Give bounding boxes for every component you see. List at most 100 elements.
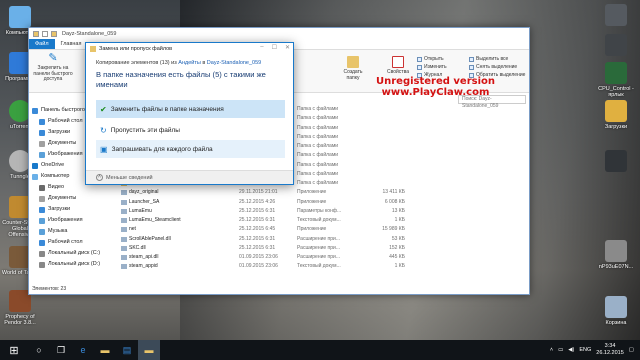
tray-arrow-icon[interactable]: ˄ <box>550 347 553 353</box>
file-name: Launcher_SA <box>129 198 160 205</box>
sidebar-item-desktop-2[interactable]: Рабочий стол <box>29 237 119 248</box>
file-row[interactable]: dayz_original 29.11.2015 21:01 Приложение 1… <box>119 188 529 197</box>
start-button[interactable]: ⊞ <box>0 340 28 360</box>
select-none-button[interactable]: Снять выделение <box>469 64 517 70</box>
network-icon[interactable]: ▭ <box>558 347 563 353</box>
store-button[interactable]: ▤ <box>116 340 138 360</box>
sidebar-item-documents-2[interactable]: Документы <box>29 193 119 204</box>
close-icon[interactable]: ✕ <box>285 44 290 51</box>
explorer-taskbar-button[interactable]: ▬ <box>138 340 160 360</box>
edit-button[interactable]: Изменить <box>417 64 447 70</box>
open-icon <box>417 56 422 62</box>
file-size: 13 411 КБ <box>382 189 405 196</box>
file-type: Приложение <box>297 226 327 233</box>
store-icon: ▤ <box>122 344 132 355</box>
file-size: 53 КБ <box>391 235 405 242</box>
new-folder-icon[interactable] <box>51 30 57 37</box>
new-folder-button[interactable]: Создать папку <box>343 56 363 81</box>
clock-date: 26.12.2015 <box>596 350 624 356</box>
desktop-icon-right-5[interactable] <box>596 150 636 174</box>
file-name: ScrollAblePanel.dll <box>129 235 171 242</box>
source-folder-link[interactable]: Андейты <box>178 60 201 66</box>
file-row[interactable]: steam_appid 01.09.2015 23:06 Текстовый док… <box>119 262 529 271</box>
tab-file[interactable]: Файл <box>29 39 55 49</box>
decide-each-file-option[interactable]: ▣ Запрашивать для каждого файла <box>96 140 285 158</box>
star-icon <box>32 107 38 114</box>
file-row[interactable]: steam_api.dll 01.09.2015 23:06 Расширение … <box>119 253 529 262</box>
sidebar-item-drive-c[interactable]: Локальный диск (C:) <box>29 248 119 259</box>
file-type: Приложение <box>297 198 327 205</box>
destination-folder-link[interactable]: Dayz-Standalone_059 <box>207 60 261 66</box>
computer-icon <box>32 173 38 180</box>
file-size: 152 КБ <box>389 244 405 251</box>
file-name: SKC.dll <box>129 244 146 251</box>
skip-files-option[interactable]: ↻ Пропустить эти файлы <box>96 121 285 139</box>
file-row[interactable]: Launcher_SA 25.12.2015 4:26 Приложение 6 00… <box>119 198 529 207</box>
desktop-icon-downloads[interactable]: Загрузки <box>596 100 636 130</box>
file-explorer-button[interactable]: ▬ <box>94 340 116 360</box>
folder-icon: ▬ <box>144 345 154 355</box>
chevron-up-icon: ˄ <box>96 174 103 181</box>
properties-icon[interactable] <box>42 30 48 37</box>
file-date: 25.12.2015 6:31 <box>239 235 276 242</box>
sidebar-item-music[interactable]: Музыка <box>29 226 119 237</box>
download-icon <box>39 206 45 213</box>
notifications-icon[interactable]: ▢ <box>629 347 634 353</box>
dialog-titlebar: Замена или пропуск файлов – ☐ ✕ <box>86 43 293 54</box>
tab-home[interactable]: Главная <box>55 39 88 49</box>
sidebar-item-downloads-2[interactable]: Загрузки <box>29 204 119 215</box>
properties-button[interactable]: Свойства <box>385 56 411 76</box>
file-size: 15 989 КБ <box>382 226 405 233</box>
desktop: Компьютер Программы uTorrent Tunngle Cou… <box>0 0 640 340</box>
file-type: Текстовый докум... <box>297 263 341 270</box>
documents-icon <box>39 195 45 202</box>
file-date: 25.12.2015 6:31 <box>239 244 276 251</box>
edge-icon: e <box>80 345 86 355</box>
file-type: Папка с файлами <box>297 161 339 168</box>
compare-files-icon: ▣ <box>100 144 108 154</box>
desktop-icon-prophecy-of-pendor[interactable]: Prophecy of Pendor 3.8... <box>0 290 40 326</box>
select-all-button[interactable]: Выделить все <box>469 56 508 62</box>
fewer-details-toggle[interactable]: ˄ Меньше сведений <box>86 170 293 184</box>
pin-quick-access-button[interactable]: ✎ Закрепить на панели быстрого доступа <box>31 52 75 83</box>
volume-icon[interactable]: ◀) <box>568 347 574 353</box>
file-date: 25.12.2015 4:26 <box>239 198 276 205</box>
file-type: Папка с файлами <box>297 106 339 112</box>
desktop-icon-cpu-control[interactable]: CPU_Control - ярлык <box>596 62 636 98</box>
file-row[interactable]: ScrollAblePanel.dll 25.12.2015 6:31 Расшир… <box>119 235 529 244</box>
clock[interactable]: 3:34 26.12.2015 <box>596 343 624 357</box>
file-type: Папка с файлами <box>297 133 339 140</box>
file-row[interactable]: net 25.12.2015 6:45 Приложение 15 989 КБ <box>119 225 529 234</box>
file-name: steam_appid <box>129 263 158 270</box>
dialog-heading: В папке назначения есть файлы (5) с таки… <box>96 70 266 89</box>
file-row[interactable]: LumaEmu 25.12.2015 6:31 Параметры конф... 1… <box>119 207 529 216</box>
folder-icon: ▬ <box>100 345 110 355</box>
desktop-icon-right-1[interactable] <box>596 4 636 28</box>
explorer-titlebar: Dayz-Standalone_059 <box>29 28 529 39</box>
maximize-icon[interactable]: ☐ <box>272 44 277 51</box>
sidebar-item-pictures-2[interactable]: Изображения <box>29 215 119 226</box>
video-icon <box>39 184 45 191</box>
file-row[interactable]: LumaEmu_Steamclient 25.12.2015 6:31 Тексто… <box>119 216 529 225</box>
windows-logo-icon: ⊞ <box>9 344 19 357</box>
file-icon <box>121 199 127 205</box>
task-view-button[interactable]: ❐ <box>50 340 72 360</box>
replace-or-skip-dialog: Замена или пропуск файлов – ☐ ✕ Копирова… <box>85 42 294 185</box>
file-date: 29.11.2015 21:01 <box>239 189 278 196</box>
file-size: 1 КБ <box>394 217 405 223</box>
file-name: LumaEmu_Steamclient <box>129 217 181 223</box>
file-date: 01.09.2015 23:06 <box>239 254 278 260</box>
replace-files-option[interactable]: ✔ Заменить файлы в папке назначения <box>96 100 285 118</box>
search-button[interactable]: ○ <box>28 340 50 360</box>
checkmark-icon: ✔ <box>100 104 107 114</box>
desktop-icon-recycle-bin[interactable]: Корзина <box>596 296 636 326</box>
language-indicator[interactable]: ENG <box>579 347 591 353</box>
sidebar-item-drive-d[interactable]: Локальный диск (D:) <box>29 259 119 270</box>
desktop-icon-np93[interactable]: nP93uE07N... <box>596 240 636 270</box>
download-icon <box>39 129 45 136</box>
file-row[interactable]: SKC.dll 25.12.2015 6:31 Расширение при... 1… <box>119 244 529 253</box>
open-button[interactable]: Открыть <box>417 56 444 62</box>
minimize-icon[interactable]: – <box>260 44 263 51</box>
desktop-icon-right-2[interactable] <box>596 34 636 58</box>
edge-button[interactable]: e <box>72 340 94 360</box>
